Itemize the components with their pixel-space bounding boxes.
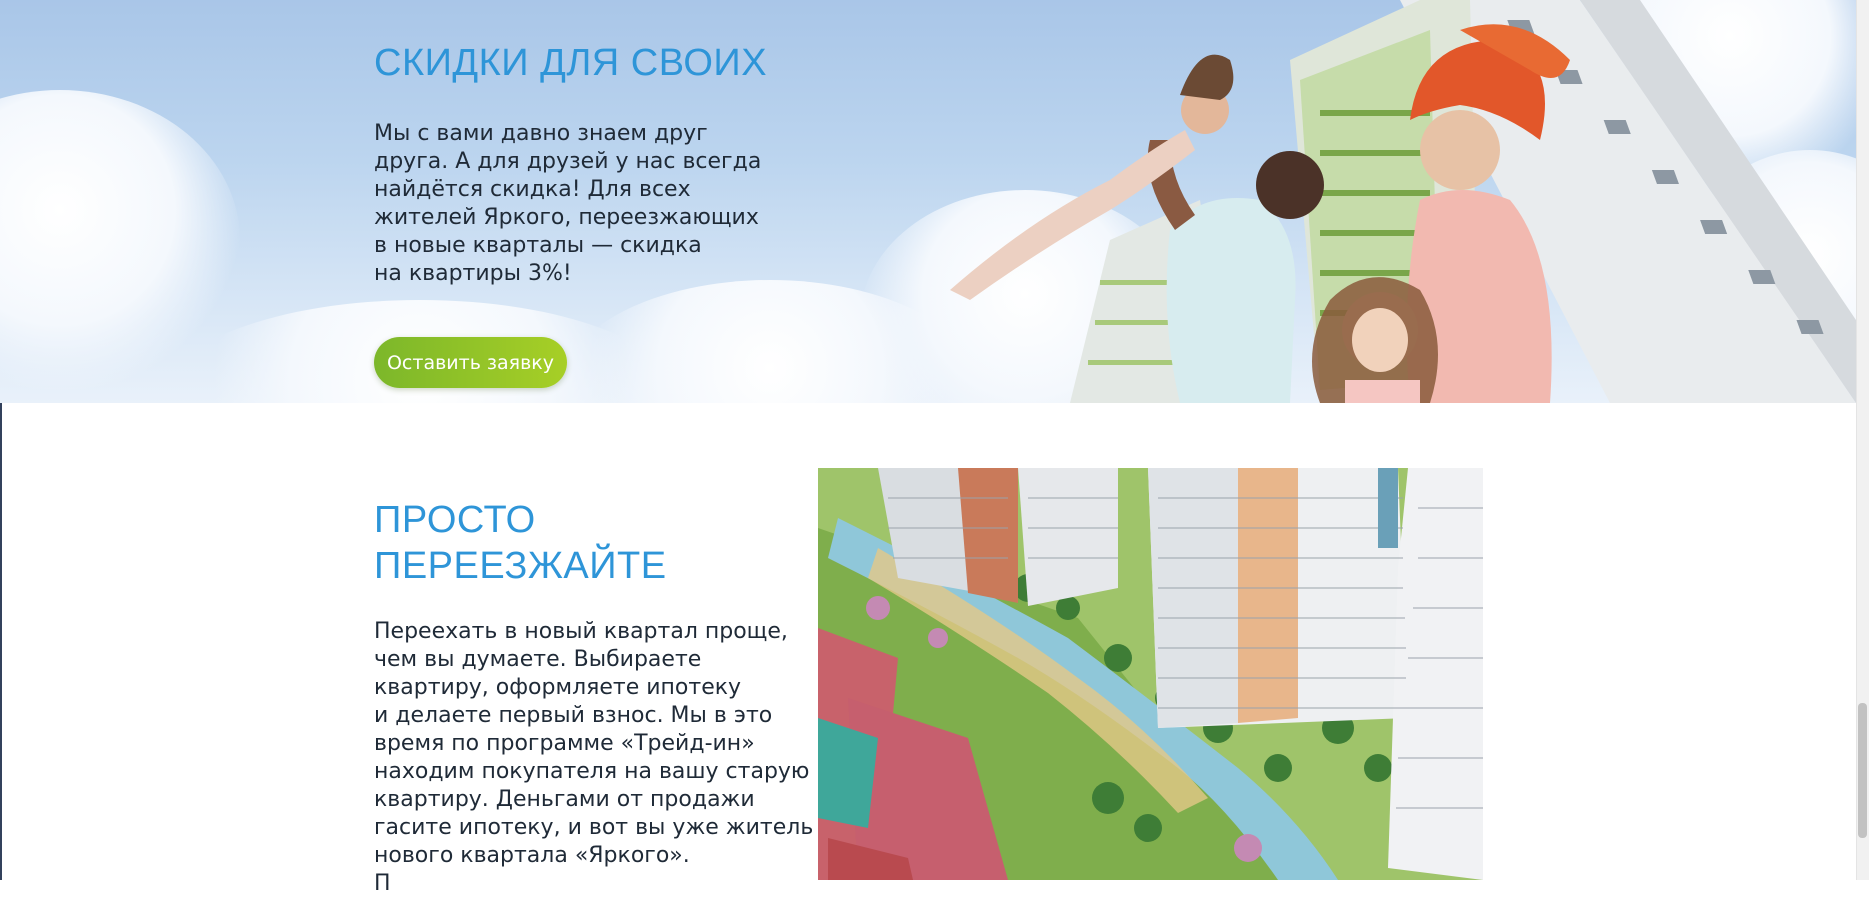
section-text-line: чем вы думаете. Выбираете <box>374 647 702 672</box>
section-text-line: и делаете первый взнос. Мы в это <box>374 703 773 728</box>
hero-description: Мы с вами давно знаем друг друга. А для … <box>374 120 794 288</box>
scrollbar-thumb[interactable] <box>1858 703 1867 838</box>
submit-request-button[interactable]: Оставить заявку <box>374 337 567 388</box>
section-text-line: квартиру, оформляете ипотеку <box>374 675 742 700</box>
hero-text-line: на квартиры 3%! <box>374 261 572 286</box>
hero-text-line: жителей Яркого, переезжающих <box>374 205 759 230</box>
section-text-line: квартиру. Деньгами от продажи <box>374 787 755 812</box>
section-title: ПРОСТО ПЕРЕЕЗЖАЙТЕ <box>374 497 667 589</box>
section-text-line: находим покупателя на вашу старую <box>374 759 810 784</box>
hero-text-line: найдётся скидка! Для всех <box>374 177 691 202</box>
section-description: Переехать в новый квартал проще, чем вы … <box>374 618 824 898</box>
section-text-line: нового квартала «Яркого». <box>374 843 690 868</box>
section-text-line: П <box>374 871 391 896</box>
section-text-line: время по программе «Трейд-ин» <box>374 731 755 756</box>
hero-text-line: Мы с вами давно знаем друг <box>374 121 708 146</box>
aerial-neighborhood-illustration <box>818 468 1483 880</box>
section-text-line: Переехать в новый квартал проще, <box>374 619 788 644</box>
hero-text-line: в новые кварталы — скидка <box>374 233 702 258</box>
section-title-line: ПРОСТО <box>374 499 536 541</box>
hero-title: СКИДКИ ДЛЯ СВОИХ <box>374 42 768 84</box>
quarter-render-image <box>818 468 1483 880</box>
discount-hero-banner: СКИДКИ ДЛЯ СВОИХ Мы с вами давно знаем д… <box>0 0 1856 403</box>
hero-text-line: друга. А для друзей у нас всегда <box>374 149 762 174</box>
section-title-line: ПЕРЕЕЗЖАЙТЕ <box>374 545 667 587</box>
family-with-buildings-photo <box>950 0 1856 403</box>
section-text-line: гасите ипотеку, и вот вы уже житель <box>374 815 814 840</box>
